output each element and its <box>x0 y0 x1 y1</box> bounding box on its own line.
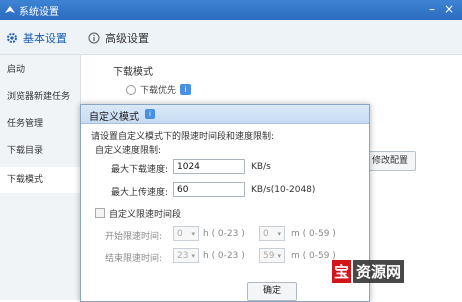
speed-limit-section-label: 自定义速度限制: <box>95 146 162 156</box>
max-upload-input[interactable]: 60 <box>173 182 245 197</box>
start-hour-value: 0 <box>177 229 183 239</box>
tab-basic-settings[interactable]: 基本设置 <box>6 29 67 47</box>
sidebar-item-download-directory[interactable]: 下载目录 <box>0 138 80 164</box>
dialog-description: 请设置自定义模式下的限速时间段和速度限制: <box>91 132 275 142</box>
max-download-unit: KB/s <box>251 162 271 172</box>
radio-button[interactable] <box>126 84 136 95</box>
sidebar-item-browser-new-task[interactable]: 浏览器新建任务 <box>0 84 80 110</box>
dialog-title-bar: 自定义模式 i <box>81 105 369 124</box>
ok-button[interactable]: 确定 <box>247 282 297 301</box>
start-minute-value: 0 <box>263 229 269 239</box>
sidebar: 启动 浏览器新建任务 任务管理 下载目录 下载模式 <box>0 55 81 300</box>
dialog-info-icon: i <box>145 109 155 119</box>
start-time-label: 开始限速时间: <box>105 232 163 242</box>
window-title: 系统设置 <box>19 7 59 18</box>
tab-basic-label: 基本设置 <box>23 32 67 45</box>
end-time-label: 结束限速时间: <box>105 254 163 264</box>
start-hour-unit: h ( 0-23 ) <box>203 229 245 239</box>
app-logo-icon <box>5 6 15 13</box>
info-circle-icon <box>88 32 100 44</box>
custom-time-checkbox[interactable] <box>95 208 105 218</box>
start-minute-spinner[interactable]: 0 ▾ <box>259 226 285 241</box>
spinner-down-icon: ▾ <box>277 230 281 238</box>
gear-icon <box>7 33 17 43</box>
tab-advanced-settings[interactable]: 高级设置 <box>88 29 149 47</box>
max-upload-label: 最大上传速度: <box>111 188 169 198</box>
watermark: 宝 资源网 <box>332 260 405 283</box>
end-hour-spinner[interactable]: 23 ▾ <box>173 248 199 263</box>
spinner-down-icon: ▾ <box>191 230 195 238</box>
tab-bar: 基本设置 高级设置 <box>0 20 462 55</box>
watermark-red-badge: 宝 <box>332 260 352 283</box>
end-minute-spinner[interactable]: 59 ▾ <box>259 248 285 263</box>
dialog-title: 自定义模式 <box>89 112 139 123</box>
max-download-input[interactable]: 1024 <box>173 159 245 174</box>
end-hour-value: 23 <box>177 251 189 261</box>
max-upload-unit: KB/s(10-2048) <box>251 185 316 195</box>
start-minute-unit: m ( 0-59 ) <box>291 229 336 239</box>
tab-advanced-label: 高级设置 <box>105 32 149 45</box>
end-minute-unit: m ( 0-59 ) <box>291 251 336 261</box>
option-label: 下载优先 <box>140 86 177 96</box>
sidebar-item-download-mode[interactable]: 下载模式 <box>0 167 80 193</box>
watermark-text: 资源网 <box>353 260 405 283</box>
download-priority-option[interactable]: 下载优先 i <box>126 83 192 96</box>
custom-time-label: 自定义限速时间段 <box>109 210 182 220</box>
close-icon[interactable]: × <box>442 2 456 16</box>
info-icon[interactable]: i <box>180 84 192 95</box>
title-bar: 系统设置 – × <box>0 0 462 20</box>
custom-mode-dialog: 自定义模式 i 请设置自定义模式下的限速时间段和速度限制: 自定义速度限制: 最… <box>80 104 370 302</box>
spinner-down-icon: ▾ <box>277 252 281 260</box>
modify-config-button[interactable]: 修改配置 <box>364 151 416 171</box>
start-hour-spinner[interactable]: 0 ▾ <box>173 226 199 241</box>
spinner-down-icon: ▾ <box>191 252 195 260</box>
sidebar-item-startup[interactable]: 启动 <box>0 57 80 83</box>
max-download-label: 最大下载速度: <box>111 165 169 175</box>
minimize-icon[interactable]: – <box>425 2 439 16</box>
section-title: 下载模式 <box>113 67 153 78</box>
sidebar-item-task-management[interactable]: 任务管理 <box>0 111 80 137</box>
end-hour-unit: h ( 0-23 ) <box>203 251 245 261</box>
end-minute-value: 59 <box>263 251 275 261</box>
